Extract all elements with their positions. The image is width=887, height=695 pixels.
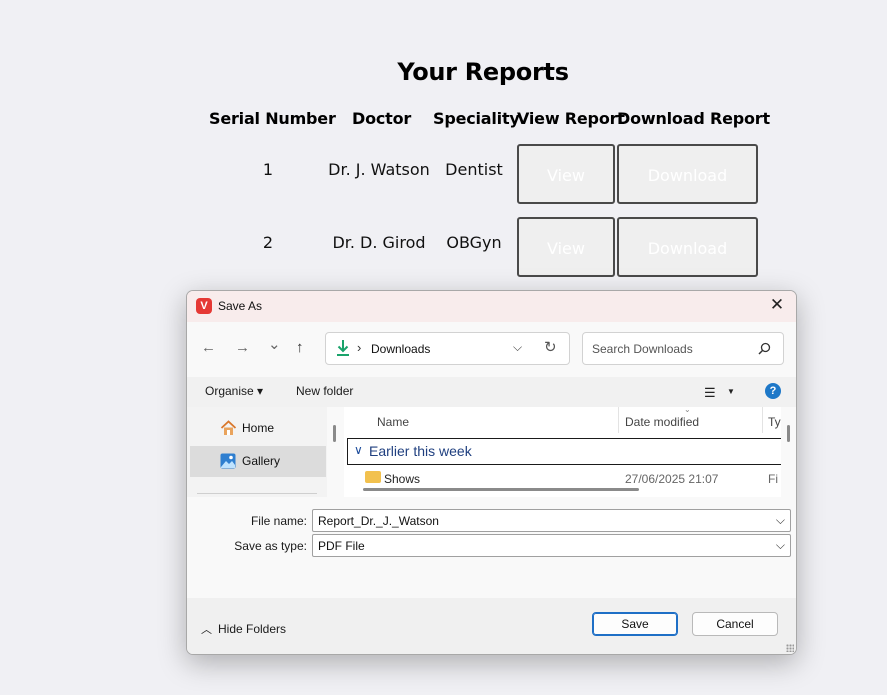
doctor-cell: Dr. J. Watson bbox=[328, 160, 430, 179]
browser-app-icon: V bbox=[196, 298, 212, 314]
group-header[interactable]: ∨ Earlier this week bbox=[347, 438, 781, 465]
nav-pane-scrollbar[interactable] bbox=[333, 425, 336, 442]
refresh-icon[interactable]: ↻ bbox=[544, 338, 557, 356]
file-date: 27/06/2025 21:07 bbox=[625, 472, 719, 486]
address-history-chevron-icon[interactable]: ⌵ bbox=[513, 340, 522, 355]
view-options-chevron-icon[interactable]: ▼ bbox=[727, 387, 735, 396]
dialog-titlebar[interactable]: V Save As ✕ bbox=[187, 291, 796, 322]
search-input[interactable]: Search Downloads bbox=[592, 342, 693, 356]
nav-item-label: Home bbox=[242, 421, 275, 435]
save-type-select[interactable]: PDF File ⌵ bbox=[312, 534, 791, 557]
sort-indicator-icon: ⌄ bbox=[684, 407, 691, 414]
save-type-chevron-icon[interactable]: ⌵ bbox=[776, 538, 785, 553]
download-report-button[interactable]: Download bbox=[617, 217, 758, 277]
nav-item-label: Gallery bbox=[242, 454, 281, 468]
navigation-pane: Home Gallery bbox=[187, 407, 327, 497]
file-list: ⌄ Name Date modified Ty ∨ Earlier this w… bbox=[344, 407, 781, 497]
view-report-button[interactable]: View bbox=[517, 144, 615, 204]
vertical-scrollbar[interactable] bbox=[787, 425, 790, 442]
column-divider bbox=[618, 407, 619, 433]
file-name-chevron-icon[interactable]: ⌵ bbox=[776, 513, 785, 528]
file-name-input[interactable]: Report_Dr._J._Watson bbox=[318, 514, 439, 528]
column-header-date-modified[interactable]: Date modified bbox=[625, 415, 699, 429]
address-bar[interactable]: › Downloads ⌵ ↻ bbox=[325, 332, 570, 365]
hide-folders-label: Hide Folders bbox=[218, 622, 287, 636]
horizontal-scrollbar[interactable] bbox=[363, 488, 639, 491]
recent-locations-chevron-icon[interactable]: ⌄ bbox=[268, 335, 281, 353]
chevron-up-icon: ︿ bbox=[201, 624, 212, 636]
file-name-field[interactable]: Report_Dr._J._Watson ⌵ bbox=[312, 509, 791, 532]
download-report-button[interactable]: Download bbox=[617, 144, 758, 204]
nav-divider bbox=[197, 493, 317, 494]
doctor-cell: Dr. D. Girod bbox=[332, 233, 426, 252]
view-options-icon[interactable]: ☰ bbox=[704, 385, 716, 401]
gallery-icon bbox=[220, 453, 236, 474]
save-as-dialog: V Save As ✕ ← → ⌄ ↑ › Downloads ⌵ ↻ Sear… bbox=[186, 290, 797, 655]
column-header-name[interactable]: Name bbox=[377, 415, 409, 429]
save-button[interactable]: Save bbox=[592, 612, 678, 636]
page-title: Your Reports bbox=[397, 58, 569, 86]
help-icon[interactable]: ? bbox=[765, 383, 781, 399]
back-arrow-icon[interactable]: ← bbox=[201, 339, 216, 356]
search-box[interactable]: Search Downloads bbox=[582, 332, 784, 365]
resize-grip[interactable] bbox=[786, 644, 794, 652]
download-location-icon bbox=[336, 339, 350, 362]
search-icon bbox=[758, 342, 771, 360]
header-serial-number: Serial Number bbox=[209, 109, 336, 128]
close-icon[interactable]: ✕ bbox=[766, 295, 788, 315]
speciality-cell: OBGyn bbox=[446, 233, 502, 252]
header-view-report: View Report bbox=[517, 109, 625, 128]
nav-item-gallery[interactable]: Gallery bbox=[190, 446, 326, 477]
save-type-value: PDF File bbox=[318, 539, 365, 553]
speciality-cell: Dentist bbox=[445, 160, 503, 179]
file-name: Shows bbox=[384, 472, 421, 486]
file-type: Fi bbox=[768, 472, 778, 486]
file-name-label: File name: bbox=[250, 514, 307, 528]
group-label: Earlier this week bbox=[369, 443, 472, 459]
folder-icon bbox=[365, 471, 381, 483]
serial-cell: 2 bbox=[262, 233, 274, 252]
home-icon bbox=[220, 420, 237, 441]
forward-arrow-icon[interactable]: → bbox=[235, 339, 250, 356]
nav-item-home[interactable]: Home bbox=[190, 413, 326, 444]
save-type-label: Save as type: bbox=[234, 539, 307, 553]
hide-folders-button[interactable]: ︿ Hide Folders bbox=[201, 621, 286, 637]
column-divider bbox=[762, 407, 763, 433]
dialog-title: Save As bbox=[218, 299, 263, 313]
cancel-button[interactable]: Cancel bbox=[692, 612, 778, 636]
header-speciality: Speciality bbox=[433, 109, 520, 128]
header-download-report: Download Report bbox=[617, 109, 770, 128]
new-folder-button[interactable]: New folder bbox=[296, 384, 353, 398]
column-header-type[interactable]: Ty bbox=[768, 415, 781, 429]
address-location[interactable]: Downloads bbox=[371, 342, 430, 356]
dialog-footer: ︿ Hide Folders Save Cancel bbox=[187, 598, 796, 654]
command-bar: Organise ▾ New folder ☰ ▼ ? bbox=[187, 377, 796, 407]
group-chevron-icon[interactable]: ∨ bbox=[354, 443, 363, 457]
breadcrumb-separator: › bbox=[357, 340, 362, 355]
view-report-button[interactable]: View bbox=[517, 217, 615, 277]
up-arrow-icon[interactable]: ↑ bbox=[296, 339, 304, 356]
serial-cell: 1 bbox=[262, 160, 274, 179]
header-doctor: Doctor bbox=[352, 109, 412, 128]
organise-menu-button[interactable]: Organise ▾ bbox=[205, 384, 263, 398]
